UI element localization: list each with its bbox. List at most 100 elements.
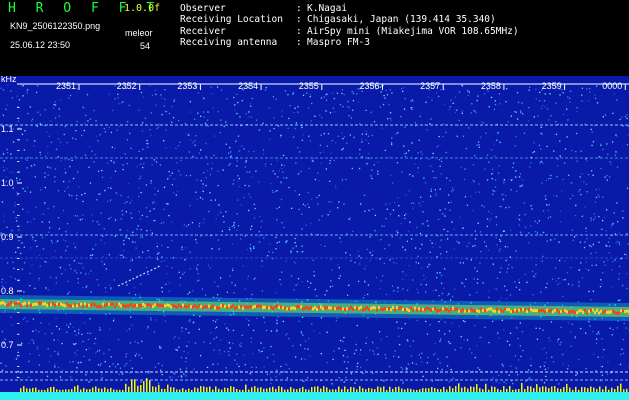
noise-dot xyxy=(188,224,190,226)
noise-dot xyxy=(76,272,78,274)
noise-dot xyxy=(326,290,328,292)
noise-dot xyxy=(181,248,183,251)
noise-spike xyxy=(161,388,163,392)
noise-dot xyxy=(104,361,106,363)
noise-dot xyxy=(626,233,628,235)
noise-dot xyxy=(498,93,501,95)
noise-dot xyxy=(385,218,387,220)
noise-dot xyxy=(77,362,80,364)
noise-dot xyxy=(239,344,241,346)
noise-dot xyxy=(21,242,23,244)
noise-dot xyxy=(507,121,509,123)
noise-spike xyxy=(182,388,184,392)
carrier-segment xyxy=(434,307,436,310)
noise-dot xyxy=(553,194,555,196)
noise-dot xyxy=(438,321,440,323)
noise-dot xyxy=(559,210,562,212)
noise-dot xyxy=(389,117,392,120)
carrier-segment xyxy=(12,303,14,307)
noise-dot xyxy=(472,164,475,166)
noise-dot xyxy=(539,91,541,93)
noise-dot xyxy=(529,166,531,168)
noise-dot xyxy=(421,153,424,155)
noise-dot xyxy=(541,260,543,262)
time-tick-label: 2356 xyxy=(359,81,379,91)
noise-spike xyxy=(362,388,364,392)
noise-dot xyxy=(65,231,67,233)
noise-dot xyxy=(566,136,568,138)
noise-dot xyxy=(464,168,466,170)
noise-dot xyxy=(291,207,293,209)
noise-dot xyxy=(67,280,69,283)
noise-spike xyxy=(602,389,604,392)
carrier-segment xyxy=(44,302,46,306)
carrier-segment xyxy=(530,308,532,312)
carrier-segment xyxy=(316,308,318,311)
noise-dot xyxy=(479,262,481,264)
noise-dot xyxy=(165,147,167,149)
noise-dot xyxy=(163,140,165,142)
noise-dot xyxy=(319,114,321,116)
carrier-segment xyxy=(296,305,298,309)
noise-dot xyxy=(438,295,440,297)
noise-dot xyxy=(585,230,587,232)
noise-dot xyxy=(118,103,120,105)
noise-spike xyxy=(572,389,574,392)
noise-dot xyxy=(494,186,496,188)
noise-dot xyxy=(171,267,173,269)
noise-dot xyxy=(338,267,340,269)
noise-dot xyxy=(439,272,441,274)
noise-dot xyxy=(54,117,57,119)
noise-dot xyxy=(113,279,115,281)
noise-dot xyxy=(404,126,406,128)
noise-dot xyxy=(189,291,191,293)
noise-dot xyxy=(228,152,230,154)
noise-dot xyxy=(135,247,137,249)
carrier-segment xyxy=(300,305,302,309)
noise-dot xyxy=(474,324,476,327)
noise-dot xyxy=(13,267,15,270)
noise-dot xyxy=(377,173,379,175)
noise-dot xyxy=(75,130,77,132)
noise-dot xyxy=(248,193,250,195)
noise-dot xyxy=(465,278,467,280)
noise-dot xyxy=(22,95,24,97)
noise-dot xyxy=(136,165,138,168)
noise-dot xyxy=(544,195,547,197)
noise-dot xyxy=(290,250,292,252)
noise-dot xyxy=(545,198,547,200)
noise-dot xyxy=(285,242,287,244)
noise-dot xyxy=(562,92,564,94)
noise-dot xyxy=(255,366,257,369)
noise-dot xyxy=(453,248,455,250)
noise-dot xyxy=(375,276,378,279)
noise-dot xyxy=(586,88,588,90)
noise-dot xyxy=(483,206,485,208)
noise-dot xyxy=(356,365,358,368)
noise-spike xyxy=(116,389,118,392)
carrier-segment xyxy=(520,308,522,312)
carrier-segment xyxy=(174,305,176,308)
noise-dot xyxy=(88,347,90,350)
noise-dot xyxy=(263,234,265,237)
noise-dot xyxy=(68,194,71,196)
noise-dot xyxy=(546,108,549,110)
noise-dot xyxy=(275,236,277,239)
noise-dot xyxy=(307,280,309,282)
noise-dot xyxy=(157,190,159,192)
noise-dot xyxy=(572,194,574,197)
noise-dot xyxy=(36,91,38,94)
carrier-segment xyxy=(364,307,366,311)
noise-dot xyxy=(345,376,347,379)
carrier-segment xyxy=(102,302,104,306)
noise-spike xyxy=(287,389,289,392)
noise-dot xyxy=(76,354,78,356)
noise-spike xyxy=(380,387,382,392)
noise-dot xyxy=(388,203,391,205)
noise-dot xyxy=(368,209,370,211)
noise-dot xyxy=(96,199,98,201)
noise-dot xyxy=(555,121,557,123)
noise-dot xyxy=(264,165,267,167)
noise-dot xyxy=(585,261,587,263)
noise-dot xyxy=(225,367,227,369)
